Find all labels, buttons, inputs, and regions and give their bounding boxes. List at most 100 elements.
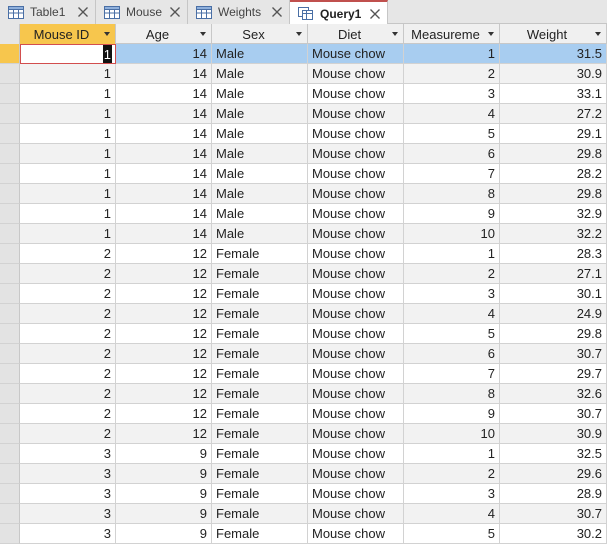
table-cell[interactable]: 30.1 — [500, 284, 607, 304]
table-cell[interactable]: 2 — [404, 64, 500, 84]
table-cell[interactable]: 7 — [404, 364, 500, 384]
record-selector[interactable] — [0, 444, 20, 464]
table-cell[interactable]: 5 — [404, 124, 500, 144]
table-cell[interactable]: Mouse chow — [308, 224, 404, 244]
table-cell[interactable]: 4 — [404, 104, 500, 124]
table-cell[interactable]: 1 — [20, 84, 116, 104]
table-cell[interactable]: 12 — [116, 304, 212, 324]
table-cell[interactable]: 9 — [116, 504, 212, 524]
chevron-down-icon[interactable] — [392, 32, 398, 36]
table-cell[interactable]: 3 — [20, 524, 116, 544]
record-selector[interactable] — [0, 184, 20, 204]
table-cell[interactable]: Male — [212, 224, 308, 244]
table-cell[interactable]: 3 — [20, 504, 116, 524]
table-cell[interactable]: Female — [212, 484, 308, 504]
table-cell[interactable]: 29.1 — [500, 124, 607, 144]
table-row[interactable]: 2 12 Female Mouse chow 2 27.1 — [0, 264, 607, 284]
table-cell[interactable]: Male — [212, 84, 308, 104]
table-cell[interactable]: Male — [212, 44, 308, 64]
table-cell[interactable]: Female — [212, 364, 308, 384]
table-cell[interactable]: 30.7 — [500, 404, 607, 424]
table-cell[interactable]: 2 — [20, 424, 116, 444]
table-cell[interactable]: Female — [212, 244, 308, 264]
tab-table1[interactable]: Table1 — [0, 0, 96, 24]
table-row[interactable]: 3 9 Female Mouse chow 2 29.6 — [0, 464, 607, 484]
table-cell[interactable]: 9 — [116, 524, 212, 544]
table-cell[interactable]: 3 — [404, 284, 500, 304]
table-cell[interactable]: Mouse chow — [308, 484, 404, 504]
table-cell[interactable]: Mouse chow — [308, 264, 404, 284]
table-cell[interactable]: 14 — [116, 104, 212, 124]
table-row[interactable]: 1 14 Male Mouse chow 2 30.9 — [0, 64, 607, 84]
table-cell[interactable]: Mouse chow — [308, 404, 404, 424]
table-cell[interactable]: 9 — [404, 204, 500, 224]
close-icon[interactable] — [167, 4, 183, 20]
table-cell[interactable]: 12 — [116, 424, 212, 444]
table-cell[interactable]: 1 — [20, 184, 116, 204]
table-cell[interactable]: Female — [212, 424, 308, 444]
table-cell[interactable]: 5 — [404, 324, 500, 344]
table-row[interactable]: 1 14 Male Mouse chow 4 27.2 — [0, 104, 607, 124]
table-row[interactable]: 1 14 Male Mouse chow 3 33.1 — [0, 84, 607, 104]
table-cell[interactable]: 30.7 — [500, 504, 607, 524]
table-cell[interactable]: 7 — [404, 164, 500, 184]
table-cell[interactable]: 29.7 — [500, 364, 607, 384]
record-selector[interactable] — [0, 144, 20, 164]
table-cell[interactable]: 32.2 — [500, 224, 607, 244]
table-cell[interactable]: 14 — [116, 44, 212, 64]
column-header[interactable]: Weight — [500, 24, 607, 44]
table-cell[interactable]: Male — [212, 64, 308, 84]
table-cell[interactable]: Male — [212, 124, 308, 144]
table-cell[interactable]: Mouse chow — [308, 304, 404, 324]
table-cell[interactable]: Mouse chow — [308, 344, 404, 364]
table-cell[interactable]: 3 — [20, 484, 116, 504]
record-selector[interactable] — [0, 484, 20, 504]
table-cell[interactable]: 2 — [404, 464, 500, 484]
table-cell[interactable]: 1 — [20, 124, 116, 144]
table-row[interactable]: 2 12 Female Mouse chow 5 29.8 — [0, 324, 607, 344]
record-selector[interactable] — [0, 424, 20, 444]
table-cell[interactable]: 14 — [116, 204, 212, 224]
column-header[interactable]: Sex — [212, 24, 308, 44]
table-row[interactable]: 2 12 Female Mouse chow 7 29.7 — [0, 364, 607, 384]
table-cell[interactable]: Female — [212, 504, 308, 524]
table-row[interactable]: 2 12 Female Mouse chow 10 30.9 — [0, 424, 607, 444]
column-header[interactable]: Mouse ID — [20, 24, 116, 44]
table-cell[interactable]: 2 — [20, 364, 116, 384]
table-cell[interactable]: 2 — [20, 324, 116, 344]
table-cell[interactable]: 2 — [20, 264, 116, 284]
table-cell[interactable]: 28.9 — [500, 484, 607, 504]
table-cell[interactable]: 27.1 — [500, 264, 607, 284]
table-cell[interactable]: 12 — [116, 244, 212, 264]
table-cell[interactable]: 24.9 — [500, 304, 607, 324]
table-cell[interactable]: 28.2 — [500, 164, 607, 184]
table-cell[interactable]: 3 — [404, 84, 500, 104]
table-cell[interactable]: 12 — [116, 344, 212, 364]
table-row[interactable]: 3 9 Female Mouse chow 4 30.7 — [0, 504, 607, 524]
select-all-corner[interactable] — [0, 24, 20, 44]
chevron-down-icon[interactable] — [104, 32, 110, 36]
table-cell[interactable]: Male — [212, 204, 308, 224]
table-cell[interactable]: 6 — [404, 144, 500, 164]
tab-mouse[interactable]: Mouse — [96, 0, 188, 24]
table-cell[interactable]: Female — [212, 464, 308, 484]
record-selector[interactable] — [0, 64, 20, 84]
table-cell[interactable]: Male — [212, 144, 308, 164]
table-cell[interactable]: 1 — [20, 104, 116, 124]
table-row[interactable]: 1 14 Male Mouse chow 8 29.8 — [0, 184, 607, 204]
table-cell[interactable]: 12 — [116, 324, 212, 344]
record-selector[interactable] — [0, 344, 20, 364]
table-cell[interactable]: 1 — [404, 44, 500, 64]
table-cell[interactable]: 1 — [20, 144, 116, 164]
table-cell[interactable]: 1 — [20, 164, 116, 184]
table-cell[interactable]: 29.6 — [500, 464, 607, 484]
table-cell[interactable]: 29.8 — [500, 144, 607, 164]
column-header[interactable]: Measureme — [404, 24, 500, 44]
table-cell[interactable]: 8 — [404, 384, 500, 404]
column-header[interactable]: Diet — [308, 24, 404, 44]
tab-query1[interactable]: Query1 — [290, 0, 388, 25]
table-cell[interactable]: Mouse chow — [308, 44, 404, 64]
table-cell[interactable]: Mouse chow — [308, 324, 404, 344]
table-cell[interactable]: Mouse chow — [308, 144, 404, 164]
record-selector[interactable] — [0, 44, 20, 64]
